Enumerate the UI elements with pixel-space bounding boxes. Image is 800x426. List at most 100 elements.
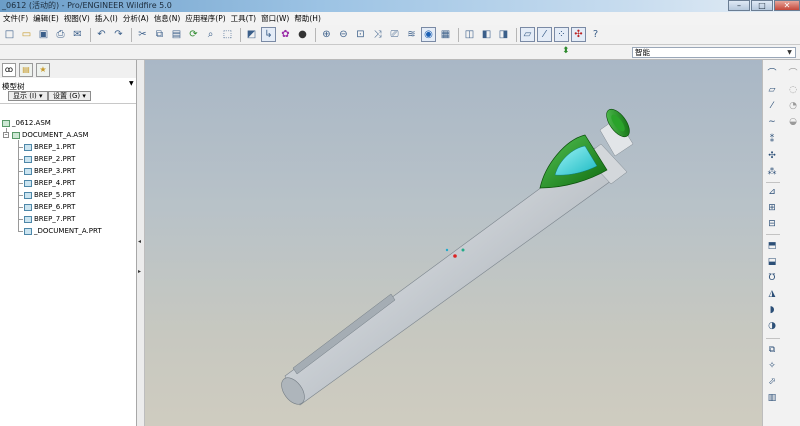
merge-icon[interactable]: ◑ — [766, 320, 778, 332]
datum-plane-tool-icon[interactable]: ⌒ — [766, 68, 778, 80]
new-icon[interactable]: □ — [2, 27, 17, 42]
csys-icon[interactable]: ✣ — [571, 27, 586, 42]
hole-icon[interactable]: ⊞ — [766, 202, 778, 214]
part-icon — [24, 227, 32, 235]
settings-button[interactable]: 设置 (G) ▾ — [48, 91, 91, 101]
collapse-icon[interactable]: – — [3, 132, 9, 138]
paste-icon[interactable]: ▤ — [169, 27, 184, 42]
datum-axis-tool-icon[interactable]: ⌒ — [787, 68, 799, 80]
no-hidden-icon[interactable]: ◧ — [479, 27, 494, 42]
datum-point-icon[interactable]: ⁄ — [766, 100, 778, 112]
datum-points-icon[interactable]: ⁘ — [554, 27, 569, 42]
tree-root[interactable]: _0612.ASM — [2, 118, 51, 128]
zoom-out-icon[interactable]: ⊖ — [336, 27, 351, 42]
variable-sweep-icon[interactable]: ⊿ — [766, 186, 778, 198]
menu-info[interactable]: 信息(N) — [152, 12, 183, 25]
tree-part[interactable]: _DOCUMENT_A.PRT — [24, 226, 102, 236]
chamfer-icon[interactable]: ◮ — [766, 288, 778, 300]
display-style-icon[interactable]: ◉ — [421, 27, 436, 42]
menu-insert[interactable]: 插入(I) — [93, 12, 121, 25]
menu-applications[interactable]: 应用程序(P) — [183, 12, 228, 25]
reorient-icon[interactable]: ⤨ — [370, 27, 385, 42]
trim-icon[interactable]: ⧉ — [766, 344, 778, 356]
expand-right-icon[interactable]: ▸ — [138, 268, 141, 275]
wireframe-icon[interactable]: ◨ — [496, 27, 511, 42]
tree-connector — [18, 207, 23, 208]
favorites-tab[interactable]: ★ — [36, 63, 50, 77]
menu-bar: 文件(F) 编辑(E) 视图(V) 插入(I) 分析(A) 信息(N) 应用程序… — [0, 12, 800, 25]
part-icon — [24, 167, 32, 175]
sketch-icon[interactable]: ◩ — [244, 27, 259, 42]
menu-window[interactable]: 窗口(W) — [259, 12, 292, 25]
datum-planes-icon[interactable]: ▱ — [520, 27, 535, 42]
tree-part[interactable]: BREP_4.PRT — [24, 178, 75, 188]
tree-part[interactable]: BREP_1.PRT — [24, 142, 75, 152]
folder-tab[interactable]: ▤ — [19, 63, 33, 77]
tree-part[interactable]: BREP_7.PRT — [24, 214, 75, 224]
open-icon[interactable]: ▭ — [19, 27, 34, 42]
tree-part[interactable]: BREP_5.PRT — [24, 190, 75, 200]
shading-icon[interactable]: ▦ — [438, 27, 453, 42]
datum-curve-icon[interactable]: ◌ — [787, 84, 799, 96]
tree-part[interactable]: BREP_6.PRT — [24, 202, 75, 212]
sketched-curve-icon[interactable]: ▱ — [766, 84, 778, 96]
blend-icon[interactable]: ⁂ — [766, 166, 778, 178]
revolve-icon[interactable]: ⁑ — [766, 134, 778, 146]
hidden-line-icon[interactable]: ◫ — [462, 27, 477, 42]
tree-assembly[interactable]: DOCUMENT_A.ASM — [12, 130, 89, 140]
find-icon[interactable]: ⌕ — [203, 27, 218, 42]
save-icon[interactable]: ▣ — [36, 27, 51, 42]
offset-icon[interactable]: ⬀ — [766, 376, 778, 388]
menu-analysis[interactable]: 分析(A) — [121, 12, 152, 25]
menu-tools[interactable]: 工具(T) — [229, 12, 259, 25]
graphics-viewport[interactable] — [145, 60, 762, 426]
draft-icon[interactable]: ⬓ — [766, 256, 778, 268]
saved-views-icon[interactable]: ⎚ — [387, 27, 402, 42]
email-icon[interactable]: ✉ — [70, 27, 85, 42]
main-toolbar: □ ▭ ▣ ⎙ ✉ ↶ ↷ ✂ ⧉ ▤ ⟳ ⌕ ⬚ ◩ ↳ ✿ ● ⊕ ⊖ ⊡ … — [0, 25, 800, 45]
csys-tool-icon[interactable]: ◔ — [787, 100, 799, 112]
orient-icon[interactable]: ● — [295, 27, 310, 42]
extrude-icon[interactable]: ◒ — [787, 116, 799, 128]
sweep-icon[interactable]: ✣ — [766, 150, 778, 162]
redo-icon[interactable]: ↷ — [111, 27, 126, 42]
menu-file[interactable]: 文件(F) — [1, 12, 31, 25]
menu-help[interactable]: 帮助(H) — [292, 12, 324, 25]
shell-icon[interactable]: ⊟ — [766, 218, 778, 230]
thicken-icon[interactable]: ▥ — [766, 392, 778, 404]
annotation-icon[interactable]: ∼ — [766, 116, 778, 128]
round-icon[interactable]: Ʊ — [766, 272, 778, 284]
menu-edit[interactable]: 编辑(E) — [31, 12, 62, 25]
regenerate-icon[interactable]: ⟳ — [186, 27, 201, 42]
selection-filter-dropdown[interactable]: 智能 ▼ — [632, 47, 796, 58]
feature-toolbar: ⌒ ⌒ ▱ ◌ ⁄ ◔ ∼ ◒ ⁑ ✣ ⁂ ⊿ ⊞ ⊟ ⬒ ⬓ Ʊ ◮ ◗ ◑ … — [762, 60, 800, 426]
collapse-left-icon[interactable]: ◂ — [138, 238, 141, 245]
rib-icon[interactable]: ⬒ — [766, 240, 778, 252]
undo-icon[interactable]: ↶ — [94, 27, 109, 42]
chevron-down-icon: ▼ — [787, 49, 792, 56]
select-box-icon[interactable]: ⬚ — [220, 27, 235, 42]
part-icon — [24, 155, 32, 163]
panel-menu-icon[interactable]: ▼ — [129, 80, 134, 87]
appearance-icon[interactable]: ✿ — [278, 27, 293, 42]
tree-part[interactable]: BREP_3.PRT — [24, 166, 75, 176]
help-icon[interactable]: ? — [588, 27, 603, 42]
navigator-splitter[interactable]: ◂ ▸ — [137, 60, 145, 426]
layers-icon[interactable]: ≋ — [404, 27, 419, 42]
menu-view[interactable]: 视图(V) — [62, 12, 93, 25]
datum-icon[interactable]: ↳ — [261, 27, 276, 42]
copy-icon[interactable]: ⧉ — [152, 27, 167, 42]
maximize-button[interactable]: □ — [751, 0, 773, 11]
model-tree-tab[interactable]: ꝏ — [2, 63, 16, 77]
datum-axes-icon[interactable]: ⁄ — [537, 27, 552, 42]
mirror-icon[interactable]: ◗ — [766, 304, 778, 316]
print-icon[interactable]: ⎙ — [53, 27, 68, 42]
show-button[interactable]: 显示 (I) ▾ — [8, 91, 48, 101]
pattern-icon[interactable]: ✧ — [766, 360, 778, 372]
tree-part[interactable]: BREP_2.PRT — [24, 154, 75, 164]
refit-icon[interactable]: ⊡ — [353, 27, 368, 42]
minimize-button[interactable]: – — [728, 0, 750, 11]
close-button[interactable]: ✕ — [774, 0, 800, 11]
zoom-in-icon[interactable]: ⊕ — [319, 27, 334, 42]
cut-icon[interactable]: ✂ — [135, 27, 150, 42]
